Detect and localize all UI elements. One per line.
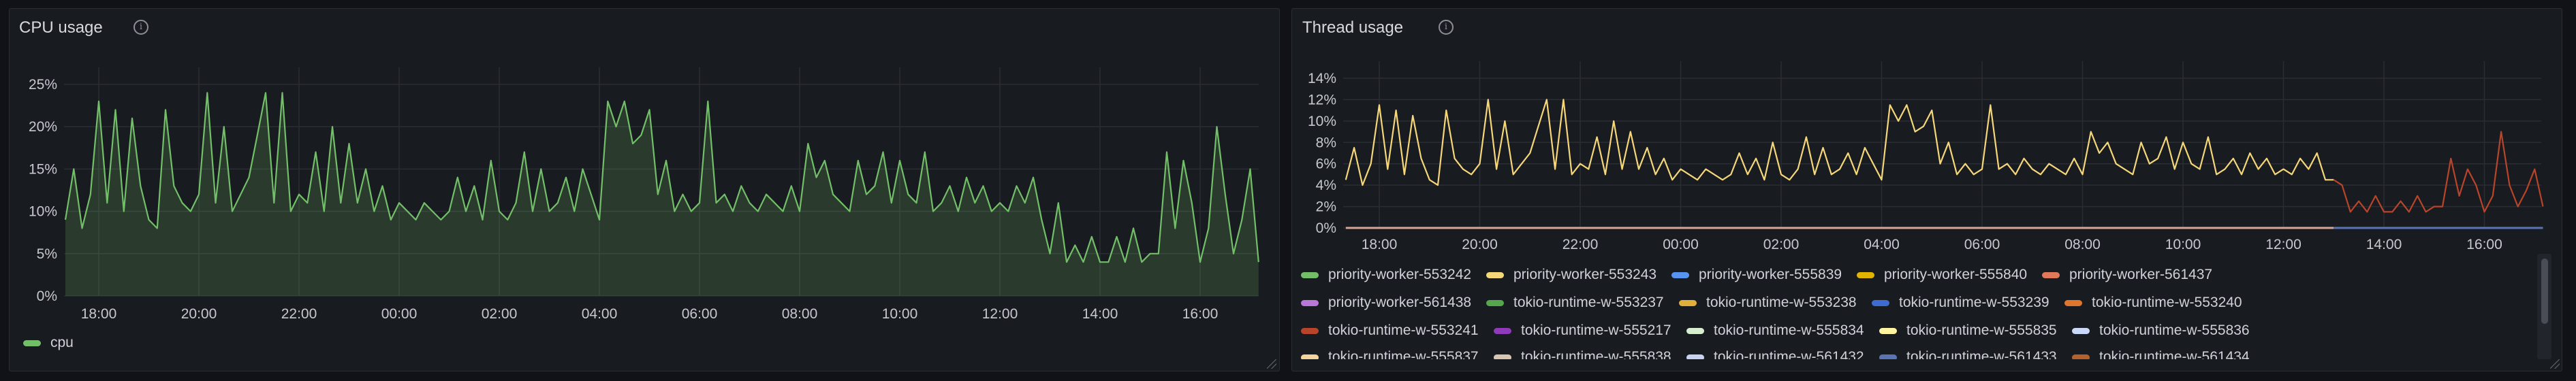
legend-item[interactable]: tokio-runtime-w-561434 (2072, 349, 2250, 359)
legend-item[interactable]: priority-worker-555840 (1857, 267, 2027, 283)
legend-item[interactable]: tokio-runtime-w-553240 (2064, 295, 2242, 311)
legend-label: tokio-runtime-w-561433 (1906, 349, 2057, 359)
legend-swatch (1679, 299, 1697, 306)
legend-label: tokio-runtime-w-555835 (1906, 322, 2057, 338)
legend-item[interactable]: tokio-runtime-w-555217 (1494, 322, 1671, 339)
legend-item[interactable]: tokio-runtime-w-553241 (1301, 322, 1479, 339)
legend-label: tokio-runtime-w-555217 (1521, 322, 1671, 338)
legend-swatch (1301, 271, 1319, 278)
legend-swatch (1879, 354, 1897, 359)
legend-label: priority-worker-555840 (1884, 267, 2028, 282)
thread-legend: priority-worker-553242 priority-worker-55… (1301, 259, 2530, 359)
legend-item[interactable]: priority-worker-553242 (1301, 267, 1471, 283)
x-tick-label: 08:00 (2064, 237, 2101, 252)
legend-swatch (1486, 271, 1504, 278)
legend-label: priority-worker-561438 (1328, 295, 1472, 310)
y-tick-label: 8% (1316, 135, 1336, 150)
resize-handle[interactable] (2550, 359, 2560, 369)
legend-swatch (1857, 271, 1874, 278)
legend-label: priority-worker-553243 (1513, 267, 1657, 282)
legend-label: tokio-runtime-w-555838 (1521, 349, 1671, 359)
legend-label: tokio-runtime-w-555836 (2099, 322, 2250, 338)
legend-label: tokio-runtime-w-561434 (2099, 349, 2250, 359)
legend-swatch (1301, 299, 1319, 306)
y-tick-label: 6% (1316, 156, 1336, 172)
legend-label: tokio-runtime-w-555834 (1714, 322, 1864, 338)
legend-label: priority-worker-561437 (2069, 267, 2213, 282)
x-tick-label: 12:00 (2265, 237, 2302, 252)
legend-swatch (1686, 327, 1704, 334)
legend-label: tokio-runtime-w-561432 (1714, 349, 1864, 359)
legend-item[interactable]: tokio-runtime-w-555837 (1301, 349, 1479, 359)
x-tick-label: 22:00 (1562, 237, 1599, 252)
legend-swatch (2072, 327, 2090, 334)
legend-label: tokio-runtime-w-555837 (1328, 349, 1479, 359)
x-tick-label: 00:00 (1663, 237, 1699, 252)
legend-label: tokio-runtime-w-553237 (1513, 295, 1664, 310)
x-tick-label: 14:00 (2366, 237, 2402, 252)
y-tick-label: 10% (1308, 114, 1336, 129)
y-tick-label: 12% (1308, 92, 1336, 107)
x-tick-label: 18:00 (1362, 237, 1398, 252)
legend-swatch (1879, 327, 1897, 334)
x-tick-label: 02:00 (1763, 237, 1800, 252)
legend-swatch (1301, 327, 1319, 334)
legend-swatch (1301, 354, 1319, 359)
legend-item[interactable]: priority-worker-561438 (1301, 295, 1471, 311)
y-tick-label: 4% (1316, 178, 1336, 193)
legend-label: priority-worker-555839 (1699, 267, 1842, 282)
legend-item[interactable]: tokio-runtime-w-555836 (2072, 322, 2250, 339)
legend-item[interactable]: tokio-runtime-w-553238 (1679, 295, 1857, 311)
x-tick-label: 04:00 (1864, 237, 1900, 252)
legend-item[interactable]: priority-worker-553243 (1486, 267, 1656, 283)
legend-item[interactable]: tokio-runtime-w-553237 (1486, 295, 1664, 311)
legend-label: priority-worker-553242 (1328, 267, 1472, 282)
y-tick-label: 14% (1308, 71, 1336, 86)
legend-swatch (1686, 354, 1704, 359)
legend-item[interactable]: tokio-runtime-w-553239 (1872, 295, 2049, 311)
x-tick-label: 06:00 (1964, 237, 2000, 252)
legend-item[interactable]: tokio-runtime-w-561432 (1686, 349, 1864, 359)
y-tick-label: 0% (1316, 220, 1336, 236)
legend-label: tokio-runtime-w-553241 (1328, 322, 1479, 338)
legend-label: tokio-runtime-w-553238 (1706, 295, 1857, 310)
legend-swatch (1494, 327, 1511, 334)
legend-swatch (1872, 299, 1889, 306)
x-tick-label: 10:00 (2165, 237, 2201, 252)
legend-swatch (1671, 271, 1689, 278)
legend-item[interactable]: tokio-runtime-w-555838 (1494, 349, 1671, 359)
legend-swatch (2042, 271, 2060, 278)
legend-item[interactable]: tokio-runtime-w-561433 (1879, 349, 2057, 359)
legend-swatch (2064, 299, 2082, 306)
legend-item[interactable]: priority-worker-555839 (1671, 267, 1842, 283)
x-tick-label: 16:00 (2466, 237, 2502, 252)
legend-label: tokio-runtime-w-553240 (2092, 295, 2242, 310)
legend-swatch (1494, 354, 1511, 359)
legend-item[interactable]: priority-worker-561437 (2042, 267, 2212, 283)
legend-label: tokio-runtime-w-553239 (1899, 295, 2049, 310)
y-tick-label: 2% (1316, 199, 1336, 215)
legend-item[interactable]: tokio-runtime-w-555834 (1686, 322, 1864, 339)
legend-item[interactable]: tokio-runtime-w-555835 (1879, 322, 2057, 339)
x-tick-label: 20:00 (1462, 237, 1498, 252)
legend-scrollbar-thumb[interactable] (2541, 259, 2548, 324)
series-line-tokio-runtime-w-553241 (2333, 131, 2544, 213)
legend-swatch (2072, 354, 2090, 359)
legend-swatch (1486, 299, 1504, 306)
